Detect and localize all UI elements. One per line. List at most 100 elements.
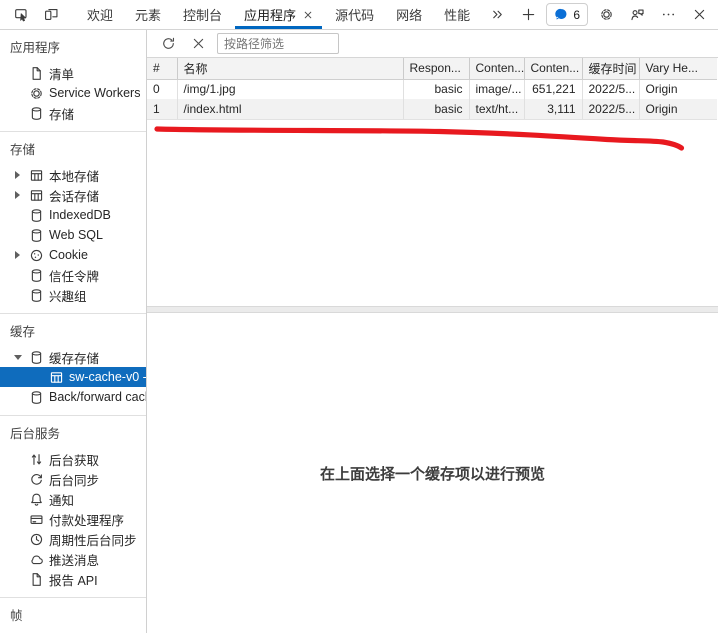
tab[interactable]: 欢迎 bbox=[76, 0, 124, 29]
tab-close-icon[interactable] bbox=[303, 10, 313, 20]
cache-entries-table: # 名称 Respon... Conten... Conten... 缓存时间 Vary H… bbox=[147, 58, 717, 120]
sidebar-item[interactable]: 通知 bbox=[0, 489, 146, 509]
plus-icon bbox=[521, 7, 536, 22]
sidebar-section-header: 应用程序 bbox=[10, 41, 61, 55]
column-header[interactable]: 名称 bbox=[177, 58, 404, 80]
sidebar-item[interactable]: 付款处理程序 bbox=[0, 509, 146, 529]
device-toolbar-button[interactable] bbox=[38, 2, 64, 28]
cloud-icon bbox=[28, 551, 44, 567]
sidebar-section: 缓存缓存存储 sw-cache-v0 - h Back/forward cache bbox=[0, 314, 146, 416]
ellipsis-icon bbox=[661, 7, 676, 22]
database-icon bbox=[28, 349, 44, 365]
sidebar-item[interactable]: 兴趣组 bbox=[0, 285, 146, 305]
tab-label: 性能 bbox=[444, 8, 471, 23]
sidebar-item[interactable]: 后台获取 bbox=[0, 449, 146, 469]
sidebar-item-label: 会话存储 bbox=[49, 189, 100, 204]
table-cell: text/ht... bbox=[469, 99, 525, 120]
more-tabs-button[interactable] bbox=[484, 2, 510, 28]
sidebar-item[interactable]: 会话存储 bbox=[0, 185, 146, 205]
sidebar-item[interactable]: 存储 bbox=[0, 103, 146, 123]
sidebar-section-header: 缓存 bbox=[10, 325, 36, 339]
sidebar-item[interactable]: 缓存存储 bbox=[0, 347, 146, 367]
sidebar-item[interactable]: IndexedDB bbox=[0, 205, 146, 225]
more-options-button[interactable] bbox=[655, 2, 681, 28]
panel-splitter[interactable] bbox=[147, 306, 718, 313]
chevron-right-icon[interactable] bbox=[12, 171, 23, 179]
preview-pane: 在上面选择一个缓存项以进行预览 bbox=[147, 313, 718, 633]
sidebar-item[interactable]: 周期性后台同步 bbox=[0, 529, 146, 549]
tab[interactable]: 源代码 bbox=[324, 0, 385, 29]
sidebar-item-label: Web SQL bbox=[49, 228, 103, 242]
add-tab-button[interactable] bbox=[515, 2, 541, 28]
column-header[interactable]: 缓存时间 bbox=[582, 58, 640, 80]
sidebar-item-label: 存储 bbox=[49, 107, 75, 122]
delete-selected-button[interactable] bbox=[187, 33, 209, 55]
chevron-right-icon[interactable] bbox=[12, 251, 23, 259]
tab-label: 控制台 bbox=[183, 8, 223, 23]
column-header[interactable]: Respon... bbox=[403, 58, 470, 80]
table-icon bbox=[48, 369, 64, 385]
tab[interactable]: 网络 bbox=[385, 0, 433, 29]
filter-by-path-input[interactable] bbox=[217, 33, 339, 54]
close-devtools-button[interactable] bbox=[686, 2, 712, 28]
sidebar-item-label: 报告 API bbox=[49, 573, 98, 588]
sidebar-item-label: IndexedDB bbox=[49, 208, 111, 222]
devtools-content: 应用程序清单 Service Workers 存储 存储本地存储会话存储 Indexed… bbox=[0, 30, 718, 633]
sidebar-item[interactable]: 本地存储 bbox=[0, 165, 146, 185]
table-cell: 0 bbox=[147, 79, 178, 99]
sidebar-item[interactable]: 后台同步 bbox=[0, 469, 146, 489]
sidebar-item[interactable]: 推送消息 bbox=[0, 549, 146, 569]
sidebar-item[interactable]: 清单 bbox=[0, 63, 146, 83]
sidebar-item-label: sw-cache-v0 - h bbox=[69, 370, 146, 384]
table-cell: /img/1.jpg bbox=[177, 79, 404, 99]
sidebar-section-header: 后台服务 bbox=[10, 427, 61, 441]
tab[interactable]: 元素 bbox=[124, 0, 172, 29]
table-icon bbox=[28, 167, 44, 183]
table-cell: /index.html bbox=[177, 99, 404, 120]
sidebar-item[interactable]: Service Workers bbox=[0, 83, 146, 103]
sidebar-item-label: 后台获取 bbox=[49, 453, 100, 468]
tab[interactable]: 控制台 bbox=[172, 0, 233, 29]
sidebar-item-label: 缓存存储 bbox=[49, 351, 100, 366]
sidebar-item[interactable]: Web SQL bbox=[0, 225, 146, 245]
sidebar-item[interactable]: 信任令牌 bbox=[0, 265, 146, 285]
table-header-row: # 名称 Respon... Conten... Conten... 缓存时间 Vary H… bbox=[147, 58, 717, 80]
chevron-down-icon[interactable] bbox=[12, 354, 23, 360]
sidebar-item[interactable]: 报告 API bbox=[0, 569, 146, 589]
issues-bubble-icon bbox=[554, 7, 569, 22]
settings-button[interactable] bbox=[593, 2, 619, 28]
devtools-tabbar: 欢迎 元素 控制台 应用程序 源代码 网络 性能 6 bbox=[0, 0, 718, 30]
cache-toolbar bbox=[147, 30, 718, 58]
column-header[interactable]: Vary He... bbox=[639, 58, 717, 80]
sidebar-section: 后台服务后台获取后台同步 通知 付款处理程序 周期性后台同步 推送消息报告 API bbox=[0, 416, 146, 598]
database-icon bbox=[28, 287, 44, 303]
fetch-icon bbox=[28, 451, 44, 467]
column-header[interactable]: Conten... bbox=[524, 58, 583, 80]
sidebar-item-label: 清单 bbox=[49, 67, 75, 82]
column-header[interactable]: # bbox=[147, 58, 178, 80]
chevron-right-icon[interactable] bbox=[12, 191, 23, 199]
table-row[interactable]: 1/index.html basic text/ht... 3,111 2022/5..… bbox=[147, 99, 717, 120]
issues-button[interactable]: 6 bbox=[546, 3, 588, 26]
column-header[interactable]: Conten... bbox=[469, 58, 525, 80]
table-row[interactable]: 0/img/1.jpg basic image/... 651,221 2022/5..… bbox=[147, 79, 717, 99]
tab[interactable]: 性能 bbox=[433, 0, 481, 29]
sidebar-item[interactable]: Back/forward cache bbox=[0, 387, 146, 407]
inspect-icon bbox=[14, 7, 29, 22]
refresh-button[interactable] bbox=[157, 33, 179, 55]
refresh-icon bbox=[161, 36, 176, 51]
tab[interactable]: 应用程序 bbox=[233, 0, 324, 29]
cache-main-panel: #名称Respon...Conten...Conten...缓存时间Vary H… bbox=[147, 30, 718, 633]
table-cell: 2022/5... bbox=[582, 79, 640, 99]
feedback-button[interactable] bbox=[624, 2, 650, 28]
sidebar-item[interactable]: Cookie bbox=[0, 245, 146, 265]
sidebar-item-label: 信任令牌 bbox=[49, 269, 100, 284]
inspect-element-button[interactable] bbox=[8, 2, 34, 28]
devtools-window: 欢迎 元素 控制台 应用程序 源代码 网络 性能 6 应用程序 清单 Service Worke… bbox=[0, 0, 718, 633]
card-icon bbox=[28, 511, 44, 527]
sidebar-item-label: 后台同步 bbox=[49, 473, 100, 488]
sidebar-item[interactable]: sw-cache-v0 - h bbox=[0, 367, 146, 387]
sidebar-section: 帧 bbox=[0, 598, 146, 633]
sidebar-section: 应用程序清单 Service Workers 存储 bbox=[0, 30, 146, 132]
close-icon bbox=[692, 7, 707, 22]
